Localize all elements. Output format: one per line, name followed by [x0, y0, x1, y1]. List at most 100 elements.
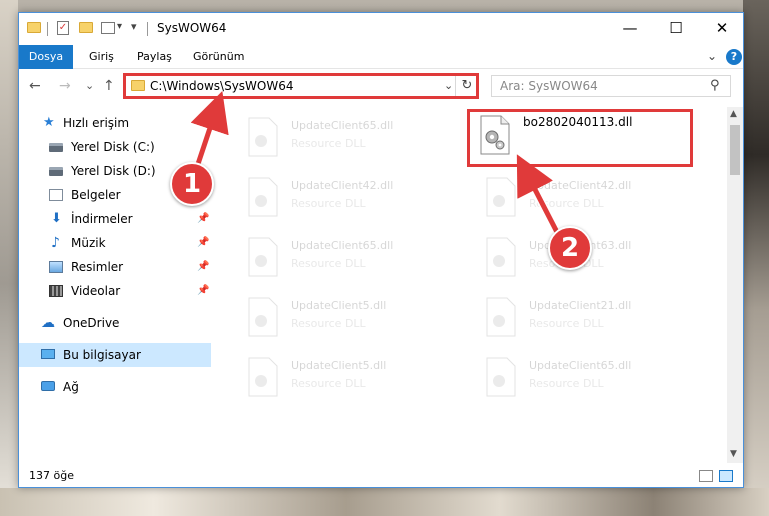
- file-item[interactable]: UpdateClient42.dll Resource DLL: [237, 173, 467, 227]
- close-button[interactable]: ✕: [699, 13, 745, 43]
- file-item[interactable]: UpdateClient65.dll Resource DLL: [237, 113, 467, 167]
- sidebar-item-videos[interactable]: Videolar 📌: [19, 279, 211, 303]
- sidebar-item-network[interactable]: Ağ: [19, 375, 211, 399]
- sidebar-item-label: Resimler: [71, 260, 124, 274]
- scroll-down-icon[interactable]: ▼: [730, 449, 737, 459]
- navigation-bar: ← → ⌄ ↑ C:\Windows\SysWOW64 ⌄ ↻ Ara: Sys…: [19, 69, 743, 103]
- ribbon-expand-icon[interactable]: ⌄: [707, 49, 717, 63]
- pin-icon[interactable]: 📌: [197, 255, 209, 279]
- callout-1: 1: [170, 162, 214, 206]
- file-item[interactable]: UpdateClient5.dll Resource DLL: [237, 353, 467, 407]
- file-name: UpdateClient5.dll: [291, 359, 387, 372]
- back-button[interactable]: ←: [29, 78, 41, 94]
- file-description: Resource DLL: [529, 317, 604, 330]
- address-highlight-box: [123, 73, 479, 99]
- sidebar-item-label: Müzik: [71, 236, 106, 250]
- file-description: Resource DLL: [291, 317, 366, 330]
- sidebar-item-label: OneDrive: [63, 316, 120, 330]
- folder-icon: [27, 22, 41, 33]
- new-folder-icon[interactable]: [79, 22, 93, 33]
- sidebar-item-this-pc[interactable]: Bu bilgisayar: [19, 343, 211, 367]
- toolbar-more-icon[interactable]: ▾: [131, 20, 137, 36]
- file-description: Resource DLL: [291, 137, 366, 150]
- sidebar-item-downloads[interactable]: ⬇ İndirmeler 📌: [19, 207, 211, 231]
- file-description: Resource DLL: [529, 377, 604, 390]
- window-title: SysWOW64: [157, 21, 227, 35]
- details-view-icon[interactable]: [699, 470, 713, 482]
- large-icons-view-icon[interactable]: [719, 470, 733, 482]
- download-icon: ⬇: [51, 211, 62, 226]
- tab-file[interactable]: Dosya: [19, 45, 73, 69]
- file-description: Resource DLL: [291, 257, 366, 270]
- customize-toolbar-icon[interactable]: [101, 22, 115, 34]
- computer-icon: [41, 349, 55, 359]
- sidebar-item-label: Bu bilgisayar: [63, 348, 141, 362]
- tab-view[interactable]: Görünüm: [193, 45, 244, 69]
- sidebar-item-local-disk-c[interactable]: Yerel Disk (C:): [19, 135, 211, 159]
- network-icon: [41, 381, 55, 391]
- sidebar-item-quick-access[interactable]: ★ Hızlı erişim: [19, 111, 211, 135]
- drive-icon: [49, 167, 63, 176]
- file-list: bo2802040113.dll UpdateClient65.dll Reso…: [225, 107, 727, 463]
- documents-icon: [49, 189, 63, 201]
- maximize-button[interactable]: ☐: [653, 13, 699, 43]
- file-item[interactable]: UpdateClient5.dll Resource DLL: [237, 293, 467, 347]
- file-item[interactable]: UpdateClient65.dll Resource DLL: [237, 233, 467, 287]
- file-name: UpdateClient42.dll: [291, 179, 394, 192]
- minimize-button[interactable]: —: [607, 13, 653, 43]
- pin-icon[interactable]: 📌: [197, 231, 209, 255]
- scroll-thumb[interactable]: [730, 125, 740, 175]
- sidebar-item-label: Ağ: [63, 380, 79, 394]
- dll-file-icon: [248, 117, 278, 157]
- file-item[interactable]: UpdateClient21.dll Resource DLL: [475, 293, 705, 347]
- file-description: Resource DLL: [291, 377, 366, 390]
- desktop-background-bottom: [0, 488, 769, 516]
- sidebar-item-label: Yerel Disk (C:): [71, 140, 155, 154]
- pin-icon[interactable]: 📌: [197, 279, 209, 303]
- dll-file-icon: [248, 357, 278, 397]
- dll-file-icon: [248, 237, 278, 277]
- dll-file-icon: [486, 297, 516, 337]
- title-separator: [47, 22, 48, 36]
- file-item[interactable]: UpdateClient42.dll Resource DLL: [475, 173, 705, 227]
- search-icon[interactable]: ⚲: [710, 78, 720, 93]
- dll-file-icon: [486, 237, 516, 277]
- tab-share[interactable]: Paylaş: [137, 45, 172, 69]
- callout-2: 2: [548, 226, 592, 270]
- file-highlight-box: [467, 109, 693, 167]
- sidebar-item-label: İndirmeler: [71, 212, 133, 226]
- file-description: Resource DLL: [529, 197, 604, 210]
- dll-file-icon: [248, 177, 278, 217]
- up-button[interactable]: ↑: [103, 78, 115, 94]
- file-name: UpdateClient5.dll: [291, 299, 387, 312]
- desktop-background-left: [0, 0, 18, 516]
- dll-file-icon: [248, 297, 278, 337]
- sidebar-item-label: Videolar: [71, 284, 121, 298]
- dll-file-icon: [486, 177, 516, 217]
- sidebar-item-music[interactable]: ♪ Müzik 📌: [19, 231, 211, 255]
- recent-locations-button[interactable]: ⌄: [85, 79, 94, 92]
- file-name: UpdateClient65.dll: [291, 239, 394, 252]
- drive-icon: [49, 143, 63, 152]
- desktop-background-right: [743, 0, 769, 516]
- file-name: UpdateClient21.dll: [529, 299, 632, 312]
- cloud-icon: ☁: [41, 315, 55, 331]
- file-item[interactable]: UpdateClient65.dll Resource DLL: [475, 353, 705, 407]
- search-input[interactable]: Ara: SysWOW64 ⚲: [491, 75, 731, 97]
- properties-check-icon[interactable]: ✓: [57, 21, 69, 35]
- sidebar-item-onedrive[interactable]: ☁ OneDrive: [19, 311, 211, 335]
- title-separator: [147, 22, 148, 36]
- file-description: Resource DLL: [291, 197, 366, 210]
- pin-icon[interactable]: 📌: [197, 207, 209, 231]
- sidebar-item-pictures[interactable]: Resimler 📌: [19, 255, 211, 279]
- help-icon[interactable]: ?: [726, 49, 742, 65]
- scroll-up-icon[interactable]: ▲: [730, 109, 737, 119]
- vertical-scrollbar[interactable]: ▲ ▼: [727, 107, 743, 463]
- ribbon: Dosya Giriş Paylaş Görünüm ⌄ ?: [19, 45, 743, 69]
- tab-home[interactable]: Giriş: [89, 45, 114, 69]
- title-bar: ✓ ▾ ▾ SysWOW64 — ☐ ✕: [19, 13, 743, 45]
- forward-button[interactable]: →: [59, 78, 71, 94]
- file-name: UpdateClient42.dll: [529, 179, 632, 192]
- sidebar-item-label: Yerel Disk (D:): [71, 164, 156, 178]
- toolbar-dropdown-icon[interactable]: ▾: [117, 21, 122, 37]
